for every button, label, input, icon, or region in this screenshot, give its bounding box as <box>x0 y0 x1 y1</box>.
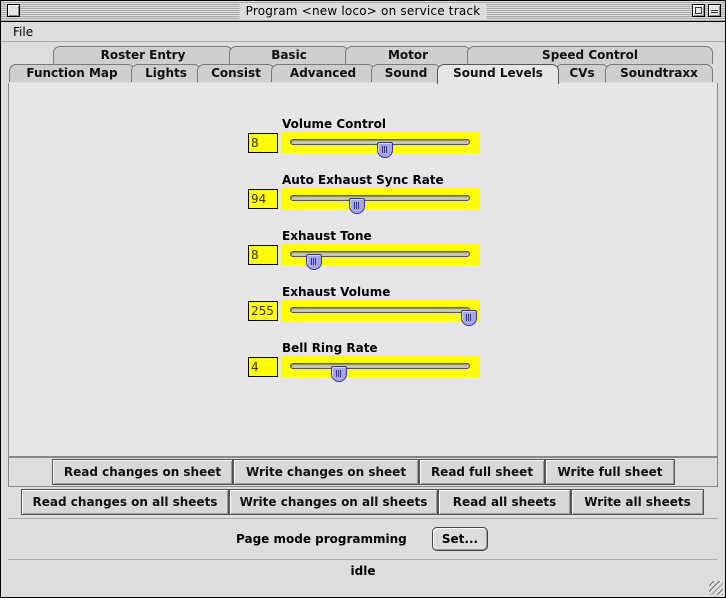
tab-soundtraxx[interactable]: Soundtraxx <box>605 64 713 82</box>
all-sheets-button-bar: Read changes on all sheets Write changes… <box>8 487 718 519</box>
slider[interactable] <box>282 187 480 214</box>
slider[interactable] <box>282 131 480 158</box>
slider[interactable] <box>282 243 480 270</box>
tab-basic[interactable]: Basic <box>229 46 349 64</box>
write-full-sheet-button[interactable]: Write full sheet <box>545 459 675 485</box>
slider-track[interactable] <box>290 139 470 158</box>
slider-label: Exhaust Volume <box>282 285 391 299</box>
value-field[interactable]: 94 <box>248 189 278 209</box>
read-all-sheets-button[interactable]: Read all sheets <box>438 489 571 515</box>
write-changes-on-sheet-button[interactable]: Write changes on sheet <box>233 459 419 485</box>
slider-group-volume-control: Volume Control 8 <box>248 117 488 169</box>
read-full-sheet-button[interactable]: Read full sheet <box>419 459 545 485</box>
tab-consist[interactable]: Consist <box>197 64 275 82</box>
slider-label: Auto Exhaust Sync Rate <box>282 173 444 187</box>
slider-label: Volume Control <box>282 117 386 131</box>
tab-sound[interactable]: Sound <box>371 64 441 82</box>
resize-grip-icon[interactable] <box>709 581 723 595</box>
read-changes-on-all-sheets-button[interactable]: Read changes on all sheets <box>21 489 229 515</box>
tab-roster-entry[interactable]: Roster Entry <box>53 46 233 64</box>
sheet-button-bar: Read changes on sheet Write changes on s… <box>8 457 718 487</box>
slider-label: Exhaust Tone <box>282 229 372 243</box>
slider-group-exhaust-volume: Exhaust Volume 255 <box>248 285 488 337</box>
slider-track[interactable] <box>290 251 470 270</box>
menu-bar: File <box>1 22 725 42</box>
slider-label: Bell Ring Rate <box>282 341 378 355</box>
slider-thumb[interactable] <box>377 142 394 158</box>
slider-group-exhaust-tone: Exhaust Tone 8 <box>248 229 488 281</box>
sound-levels-panel: Volume Control 8 Auto Exhaust Sync Rate … <box>8 83 718 457</box>
collapse-box-icon[interactable] <box>708 4 721 17</box>
tab-lights[interactable]: Lights <box>131 64 201 82</box>
zoom-box-icon[interactable] <box>692 4 705 17</box>
tab-speed-control[interactable]: Speed Control <box>467 46 713 64</box>
write-all-sheets-button[interactable]: Write all sheets <box>571 489 704 515</box>
tab-advanced[interactable]: Advanced <box>271 64 375 82</box>
window-title: Program <new loco> on service track <box>239 3 487 19</box>
programming-mode-label: Page mode programming <box>236 532 407 546</box>
title-bar[interactable]: Program <new loco> on service track <box>1 1 725 22</box>
slider-track[interactable] <box>290 307 477 326</box>
tab-row-top: Roster Entry Basic Motor Speed Control <box>1 46 725 64</box>
tab-sound-levels[interactable]: Sound Levels <box>437 64 559 84</box>
close-box-icon[interactable] <box>7 4 20 17</box>
tab-cvs[interactable]: CVs <box>555 64 609 82</box>
status-text: idle <box>350 564 376 578</box>
value-field[interactable]: 255 <box>248 301 278 321</box>
read-changes-on-sheet-button[interactable]: Read changes on sheet <box>52 459 233 485</box>
status-divider <box>8 559 718 560</box>
tab-motor[interactable]: Motor <box>345 46 471 64</box>
value-field[interactable]: 4 <box>248 357 278 377</box>
slider-group-bell-ring-rate: Bell Ring Rate 4 <box>248 341 488 393</box>
slider-group-auto-exhaust-sync-rate: Auto Exhaust Sync Rate 94 <box>248 173 488 225</box>
slider-thumb[interactable] <box>306 254 323 270</box>
slider-thumb[interactable] <box>348 198 365 214</box>
write-changes-on-all-sheets-button[interactable]: Write changes on all sheets <box>229 489 438 515</box>
slider-track[interactable] <box>290 195 470 214</box>
tab-row-bottom: Function Map Lights Consist Advanced Sou… <box>1 64 725 84</box>
slider-track[interactable] <box>290 363 470 382</box>
slider-thumb[interactable] <box>461 310 477 326</box>
menu-file[interactable]: File <box>13 25 33 39</box>
programmer-window: Program <new loco> on service track File… <box>0 0 726 598</box>
set-mode-button[interactable]: Set... <box>432 527 488 551</box>
tab-function-map[interactable]: Function Map <box>9 64 135 82</box>
slider[interactable] <box>282 355 480 382</box>
value-field[interactable]: 8 <box>248 133 278 153</box>
slider-thumb[interactable] <box>331 366 348 382</box>
value-field[interactable]: 8 <box>248 245 278 265</box>
slider[interactable] <box>282 299 480 326</box>
